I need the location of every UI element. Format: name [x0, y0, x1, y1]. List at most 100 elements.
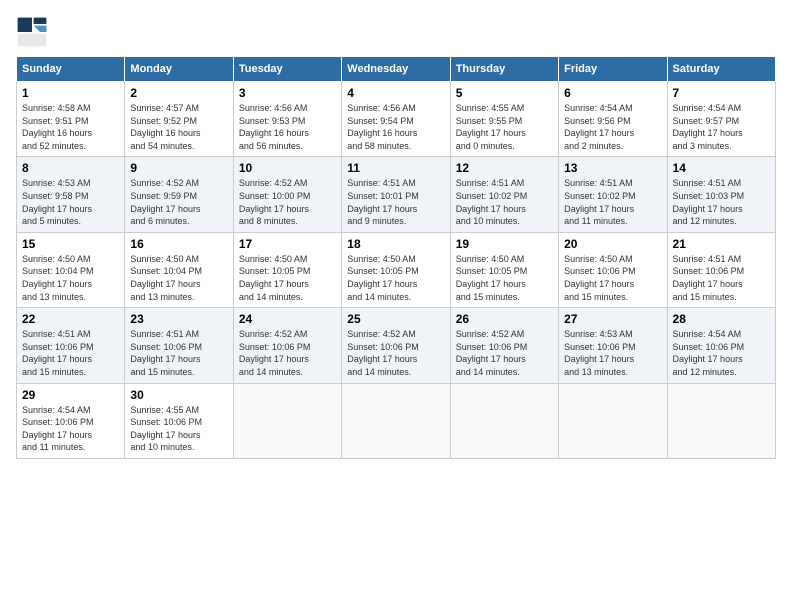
weekday-header: Thursday	[450, 57, 558, 82]
day-number: 16	[130, 237, 227, 251]
day-info: Sunrise: 4:51 AMSunset: 10:02 PMDaylight…	[456, 177, 553, 227]
day-info: Sunrise: 4:52 AMSunset: 10:06 PMDaylight…	[456, 328, 553, 378]
calendar-cell	[667, 383, 775, 458]
calendar-cell: 12 Sunrise: 4:51 AMSunset: 10:02 PMDaylig…	[450, 157, 558, 232]
weekday-header: Wednesday	[342, 57, 450, 82]
calendar-cell: 9 Sunrise: 4:52 AMSunset: 9:59 PMDaylight…	[125, 157, 233, 232]
calendar-cell: 24 Sunrise: 4:52 AMSunset: 10:06 PMDaylig…	[233, 308, 341, 383]
calendar-cell: 13 Sunrise: 4:51 AMSunset: 10:02 PMDaylig…	[559, 157, 667, 232]
day-number: 3	[239, 86, 336, 100]
day-number: 10	[239, 161, 336, 175]
day-info: Sunrise: 4:50 AMSunset: 10:05 PMDaylight…	[347, 253, 444, 303]
calendar-cell: 22Sunrise: 4:51 AMSunset: 10:06 PMDaylig…	[17, 308, 125, 383]
day-number: 8	[22, 161, 119, 175]
weekday-header: Sunday	[17, 57, 125, 82]
day-info: Sunrise: 4:54 AMSunset: 9:56 PMDaylight …	[564, 102, 661, 152]
day-info: Sunrise: 4:50 AMSunset: 10:04 PMDaylight…	[130, 253, 227, 303]
day-number: 9	[130, 161, 227, 175]
day-info: Sunrise: 4:51 AMSunset: 10:06 PMDaylight…	[130, 328, 227, 378]
day-number: 2	[130, 86, 227, 100]
day-number: 23	[130, 312, 227, 326]
day-number: 19	[456, 237, 553, 251]
day-number: 5	[456, 86, 553, 100]
day-info: Sunrise: 4:58 AMSunset: 9:51 PMDaylight …	[22, 102, 119, 152]
calendar-cell: 23 Sunrise: 4:51 AMSunset: 10:06 PMDaylig…	[125, 308, 233, 383]
day-number: 17	[239, 237, 336, 251]
calendar-cell	[233, 383, 341, 458]
day-number: 11	[347, 161, 444, 175]
day-info: Sunrise: 4:54 AMSunset: 10:06 PMDaylight…	[22, 404, 119, 454]
day-number: 25	[347, 312, 444, 326]
day-info: Sunrise: 4:52 AMSunset: 10:06 PMDaylight…	[347, 328, 444, 378]
day-number: 29	[22, 388, 119, 402]
calendar-cell: 17 Sunrise: 4:50 AMSunset: 10:05 PMDaylig…	[233, 232, 341, 307]
calendar-cell: 1 Sunrise: 4:58 AMSunset: 9:51 PMDaylight…	[17, 82, 125, 157]
calendar-cell: 5 Sunrise: 4:55 AMSunset: 9:55 PMDaylight…	[450, 82, 558, 157]
day-info: Sunrise: 4:50 AMSunset: 10:06 PMDaylight…	[564, 253, 661, 303]
day-info: Sunrise: 4:50 AMSunset: 10:05 PMDaylight…	[239, 253, 336, 303]
weekday-header: Friday	[559, 57, 667, 82]
day-info: Sunrise: 4:56 AMSunset: 9:54 PMDaylight …	[347, 102, 444, 152]
calendar-cell: 19Sunrise: 4:50 AMSunset: 10:05 PMDaylig…	[450, 232, 558, 307]
day-number: 6	[564, 86, 661, 100]
day-info: Sunrise: 4:57 AMSunset: 9:52 PMDaylight …	[130, 102, 227, 152]
day-info: Sunrise: 4:51 AMSunset: 10:01 PMDaylight…	[347, 177, 444, 227]
calendar-cell: 16 Sunrise: 4:50 AMSunset: 10:04 PMDaylig…	[125, 232, 233, 307]
day-number: 12	[456, 161, 553, 175]
calendar-cell: 7 Sunrise: 4:54 AMSunset: 9:57 PMDaylight…	[667, 82, 775, 157]
day-number: 13	[564, 161, 661, 175]
calendar-cell: 18 Sunrise: 4:50 AMSunset: 10:05 PMDaylig…	[342, 232, 450, 307]
calendar-cell	[559, 383, 667, 458]
calendar-cell: 20 Sunrise: 4:50 AMSunset: 10:06 PMDaylig…	[559, 232, 667, 307]
calendar-cell: 28 Sunrise: 4:54 AMSunset: 10:06 PMDaylig…	[667, 308, 775, 383]
day-info: Sunrise: 4:50 AMSunset: 10:04 PMDaylight…	[22, 253, 119, 303]
day-number: 18	[347, 237, 444, 251]
day-number: 27	[564, 312, 661, 326]
day-info: Sunrise: 4:53 AMSunset: 9:58 PMDaylight …	[22, 177, 119, 227]
logo-icon	[16, 16, 48, 48]
day-info: Sunrise: 4:51 AMSunset: 10:02 PMDaylight…	[564, 177, 661, 227]
day-info: Sunrise: 4:55 AMSunset: 9:55 PMDaylight …	[456, 102, 553, 152]
day-number: 24	[239, 312, 336, 326]
day-number: 26	[456, 312, 553, 326]
calendar-cell: 27 Sunrise: 4:53 AMSunset: 10:06 PMDaylig…	[559, 308, 667, 383]
day-info: Sunrise: 4:54 AMSunset: 10:06 PMDaylight…	[673, 328, 770, 378]
day-info: Sunrise: 4:51 AMSunset: 10:06 PMDaylight…	[673, 253, 770, 303]
calendar-cell: 26 Sunrise: 4:52 AMSunset: 10:06 PMDaylig…	[450, 308, 558, 383]
calendar-cell: 15 Sunrise: 4:50 AMSunset: 10:04 PMDaylig…	[17, 232, 125, 307]
calendar-cell: 21 Sunrise: 4:51 AMSunset: 10:06 PMDaylig…	[667, 232, 775, 307]
calendar: SundayMondayTuesdayWednesdayThursdayFrid…	[16, 56, 776, 459]
calendar-cell: 25 Sunrise: 4:52 AMSunset: 10:06 PMDaylig…	[342, 308, 450, 383]
day-info: Sunrise: 4:53 AMSunset: 10:06 PMDaylight…	[564, 328, 661, 378]
weekday-header: Monday	[125, 57, 233, 82]
calendar-cell	[450, 383, 558, 458]
logo	[16, 16, 54, 48]
day-info: Sunrise: 4:55 AMSunset: 10:06 PMDaylight…	[130, 404, 227, 454]
day-number: 15	[22, 237, 119, 251]
day-info: Sunrise: 4:51 AMSunset: 10:03 PMDaylight…	[673, 177, 770, 227]
day-number: 14	[673, 161, 770, 175]
calendar-cell: 29 Sunrise: 4:54 AMSunset: 10:06 PMDaylig…	[17, 383, 125, 458]
day-info: Sunrise: 4:54 AMSunset: 9:57 PMDaylight …	[673, 102, 770, 152]
day-info: Sunrise: 4:52 AMSunset: 10:06 PMDaylight…	[239, 328, 336, 378]
calendar-cell	[342, 383, 450, 458]
day-number: 20	[564, 237, 661, 251]
day-info: Sunrise: 4:56 AMSunset: 9:53 PMDaylight …	[239, 102, 336, 152]
day-number: 4	[347, 86, 444, 100]
calendar-cell: 11 Sunrise: 4:51 AMSunset: 10:01 PMDaylig…	[342, 157, 450, 232]
day-info: Sunrise: 4:52 AMSunset: 9:59 PMDaylight …	[130, 177, 227, 227]
day-number: 28	[673, 312, 770, 326]
calendar-cell: 6 Sunrise: 4:54 AMSunset: 9:56 PMDaylight…	[559, 82, 667, 157]
calendar-cell: 30 Sunrise: 4:55 AMSunset: 10:06 PMDaylig…	[125, 383, 233, 458]
weekday-header: Tuesday	[233, 57, 341, 82]
calendar-cell: 8 Sunrise: 4:53 AMSunset: 9:58 PMDaylight…	[17, 157, 125, 232]
day-info: Sunrise: 4:52 AMSunset: 10:00 PMDaylight…	[239, 177, 336, 227]
day-number: 1	[22, 86, 119, 100]
day-number: 7	[673, 86, 770, 100]
weekday-header: Saturday	[667, 57, 775, 82]
day-number: 30	[130, 388, 227, 402]
calendar-cell: 14 Sunrise: 4:51 AMSunset: 10:03 PMDaylig…	[667, 157, 775, 232]
day-info: Sunrise: 4:51 AMSunset: 10:06 PMDaylight…	[22, 328, 119, 378]
calendar-cell: 10 Sunrise: 4:52 AMSunset: 10:00 PMDaylig…	[233, 157, 341, 232]
day-number: 21	[673, 237, 770, 251]
